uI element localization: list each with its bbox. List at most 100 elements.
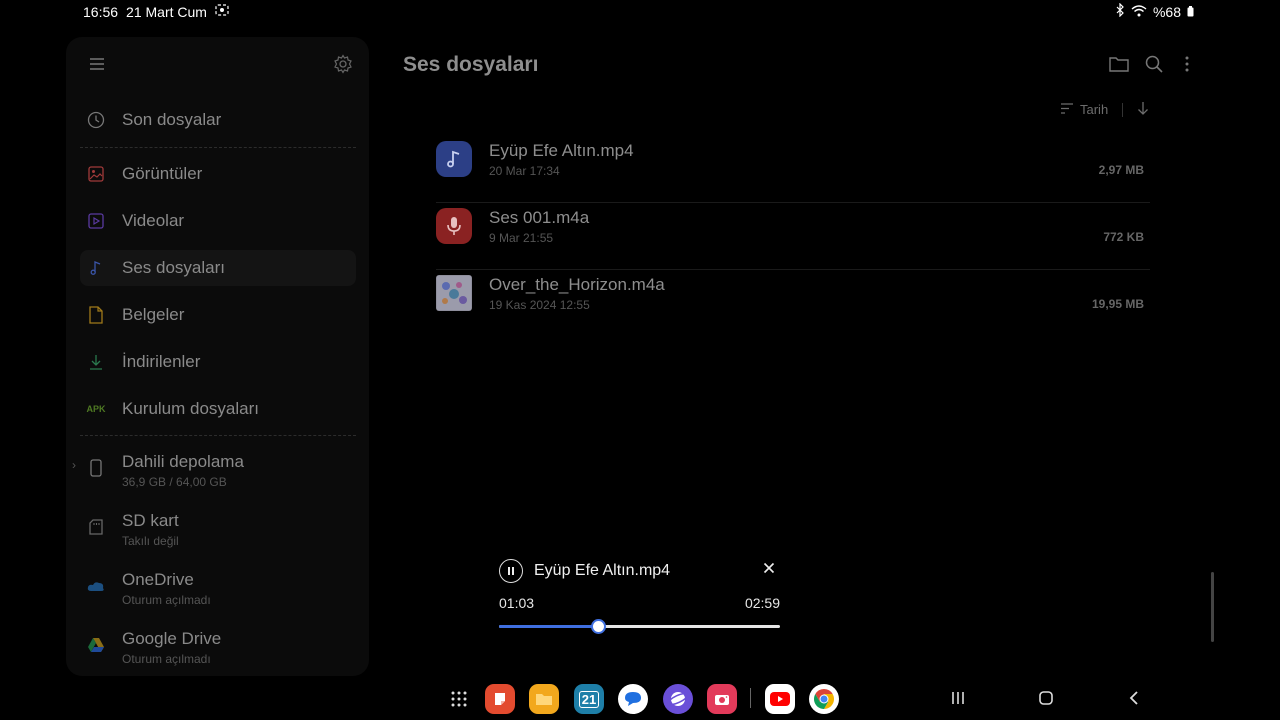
samsung-notes-icon[interactable] <box>485 684 515 714</box>
phone-icon <box>87 458 105 478</box>
sd-card-icon <box>87 517 105 537</box>
calendar-day: 21 <box>578 690 600 708</box>
chrome-icon[interactable] <box>809 684 839 714</box>
youtube-icon[interactable] <box>765 684 795 714</box>
sidebar-item-internal-storage[interactable]: › Dahili depolama 36,9 GB / 64,00 GB <box>72 452 356 498</box>
file-size: 772 KB <box>1103 230 1144 244</box>
menu-icon[interactable] <box>88 55 106 73</box>
recent-apps-button[interactable] <box>948 688 968 708</box>
sort-bar: Tarih <box>1060 101 1149 118</box>
sidebar-item-google-drive[interactable]: Google Drive Oturum açılmadı <box>80 629 356 675</box>
file-date: 20 Mar 17:34 <box>489 164 560 178</box>
storage-label: Google Drive <box>122 629 222 648</box>
storage-label: Dahili depolama <box>122 452 244 471</box>
divider <box>80 147 356 148</box>
sidebar-item-onedrive[interactable]: OneDrive Oturum açılmadı <box>80 570 356 616</box>
sidebar-item-audio[interactable]: Ses dosyaları <box>80 250 356 286</box>
divider <box>750 688 751 708</box>
back-button[interactable] <box>1124 688 1144 708</box>
pause-icon <box>508 567 514 575</box>
battery-percent: %68 <box>1152 3 1181 20</box>
storage-status: Oturum açılmadı <box>122 652 211 666</box>
current-time: 01:03 <box>499 595 535 611</box>
home-button[interactable] <box>1036 688 1056 708</box>
microphone-icon <box>436 208 472 244</box>
album-art-icon <box>436 275 472 311</box>
sort-icon[interactable] <box>1060 102 1074 118</box>
download-icon <box>87 353 105 371</box>
sidebar-item-images[interactable]: Görüntüler <box>80 156 356 192</box>
storage-label: OneDrive <box>122 570 194 589</box>
search-icon[interactable] <box>1145 55 1165 75</box>
file-name: Eyüp Efe Altın.mp4 <box>489 141 634 160</box>
sort-direction-icon[interactable] <box>1137 101 1149 118</box>
sidebar-item-sd-card[interactable]: SD kart Takılı değil <box>80 511 356 557</box>
file-name: Ses 001.m4a <box>489 208 590 227</box>
status-date: 21 Mart Cum <box>126 3 207 20</box>
wifi-icon <box>1131 4 1147 20</box>
pause-button[interactable] <box>499 559 523 583</box>
onedrive-icon <box>87 576 105 596</box>
player-title: Eyüp Efe Altın.mp4 <box>534 562 671 579</box>
seek-bar[interactable] <box>499 619 780 634</box>
divider <box>1122 102 1124 117</box>
sidebar-item-label: İndirilenler <box>122 352 201 371</box>
storage-usage: 36,9 GB / 64,00 GB <box>122 475 227 489</box>
sidebar-item-downloads[interactable]: İndirilenler <box>80 344 356 380</box>
page-title: Ses dosyaları <box>403 53 539 76</box>
sidebar-item-recent[interactable]: Son dosyalar <box>80 102 356 138</box>
file-date: 19 Kas 2024 12:55 <box>489 298 590 312</box>
all-apps-icon[interactable] <box>444 684 474 714</box>
sidebar-item-label: Son dosyalar <box>122 110 222 129</box>
status-bar: 16:56 21 Mart Cum %68 <box>0 0 1280 22</box>
apk-icon: APK <box>86 404 106 414</box>
sidebar-item-label: Görüntüler <box>122 164 203 183</box>
sidebar-item-label: Ses dosyaları <box>122 258 225 277</box>
gear-icon[interactable] <box>333 54 353 74</box>
document-icon <box>87 306 105 324</box>
file-size: 19,95 MB <box>1091 297 1144 311</box>
scrollbar[interactable] <box>1211 572 1214 642</box>
internet-icon[interactable] <box>663 684 693 714</box>
sidebar: Son dosyalar Görüntüler Videolar Ses dos… <box>66 37 369 676</box>
file-row[interactable]: Eyüp Efe Altın.mp4 20 Mar 17:34 2,97 MB <box>436 137 1150 203</box>
music-note-icon <box>87 259 105 277</box>
storage-status: Takılı değil <box>122 534 179 548</box>
taskbar: 21 <box>0 680 1280 720</box>
sidebar-item-label: Belgeler <box>122 305 185 324</box>
status-time: 16:56 <box>83 3 119 20</box>
file-row[interactable]: Ses 001.m4a 9 Mar 21:55 772 KB <box>436 204 1150 270</box>
seek-bar-handle[interactable] <box>590 619 606 634</box>
clock-icon <box>87 111 105 129</box>
video-icon <box>87 212 105 230</box>
my-files-icon[interactable] <box>529 684 559 714</box>
sidebar-item-videos[interactable]: Videolar <box>80 203 356 239</box>
music-note-icon <box>436 141 472 177</box>
sidebar-item-installation-files[interactable]: APK Kurulum dosyaları <box>80 391 356 427</box>
divider <box>80 435 356 436</box>
storage-label: SD kart <box>122 511 179 530</box>
close-icon[interactable] <box>761 560 777 576</box>
file-name: Over_the_Horizon.m4a <box>489 275 665 294</box>
file-date: 9 Mar 21:55 <box>489 231 554 245</box>
messages-icon[interactable] <box>618 684 648 714</box>
google-drive-icon <box>87 635 105 655</box>
sidebar-item-documents[interactable]: Belgeler <box>80 297 356 333</box>
sidebar-item-label: Kurulum dosyaları <box>122 399 260 418</box>
sort-label[interactable]: Tarih <box>1080 102 1108 117</box>
storage-status: Oturum açılmadı <box>122 593 211 607</box>
calendar-icon[interactable]: 21 <box>574 684 604 714</box>
chevron-right-icon[interactable]: › <box>72 458 76 472</box>
bluetooth-icon <box>1115 2 1125 20</box>
seek-bar-progress <box>499 625 598 628</box>
more-options-icon[interactable] <box>1178 55 1198 75</box>
total-time: 02:59 <box>744 595 780 611</box>
camera-icon[interactable] <box>707 684 737 714</box>
battery-icon <box>1187 4 1194 20</box>
file-size: 2,97 MB <box>1098 163 1144 177</box>
mini-player: Eyüp Efe Altın.mp4 01:03 02:59 <box>479 544 801 650</box>
folder-icon[interactable] <box>1109 55 1129 75</box>
file-row[interactable]: Over_the_Horizon.m4a 19 Kas 2024 12:55 1… <box>436 271 1150 337</box>
sidebar-item-label: Videolar <box>122 211 185 230</box>
image-icon <box>87 165 105 183</box>
